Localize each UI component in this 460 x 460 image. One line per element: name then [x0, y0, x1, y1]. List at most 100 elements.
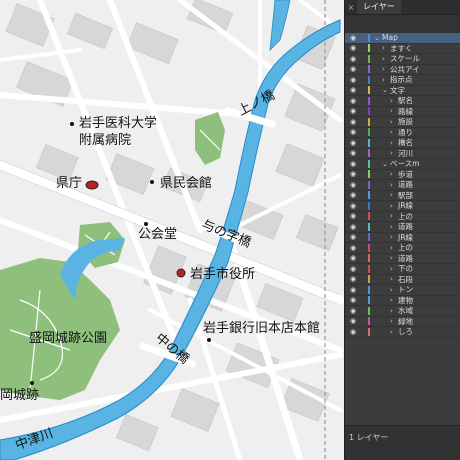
chevron-right-icon[interactable]: › — [390, 97, 398, 105]
layer-color-swatch — [368, 317, 370, 326]
eye-icon[interactable]: ◉ — [348, 149, 358, 157]
chevron-right-icon[interactable]: › — [390, 254, 398, 262]
label-kokaido: 公会堂 — [138, 227, 178, 242]
eye-icon[interactable]: ◉ — [348, 223, 358, 231]
layer-name: 緑地 — [398, 316, 413, 326]
chevron-right-icon[interactable]: › — [390, 128, 398, 136]
chevron-down-icon[interactable]: ⌄ — [382, 160, 390, 168]
layer-name: 道路 — [398, 222, 413, 232]
eye-icon[interactable]: ◉ — [348, 328, 358, 336]
layer-name: 文字 — [390, 85, 405, 95]
layer-name: ベースm — [390, 159, 420, 169]
label-iwate-medical: 岩手医科大学 — [79, 116, 158, 131]
eye-icon[interactable]: ◉ — [348, 244, 358, 252]
chevron-right-icon[interactable]: › — [390, 307, 398, 315]
eye-icon[interactable]: ◉ — [348, 275, 358, 283]
eye-icon[interactable]: ◉ — [348, 34, 358, 42]
eye-icon[interactable]: ◉ — [348, 160, 358, 168]
chevron-right-icon[interactable]: › — [382, 76, 390, 84]
eye-icon[interactable]: ◉ — [348, 118, 358, 126]
chevron-right-icon[interactable]: › — [390, 202, 398, 210]
layer-name: 下の — [398, 264, 413, 274]
layer-name: スケール — [390, 54, 420, 64]
chevron-right-icon[interactable]: › — [390, 233, 398, 241]
label-iwate-hospital: 附属病院 — [79, 133, 132, 148]
close-icon[interactable]: × — [345, 3, 357, 12]
chevron-right-icon[interactable]: › — [390, 149, 398, 157]
hospital-dot — [70, 122, 74, 126]
layer-count: 1 レイヤー — [349, 433, 389, 442]
eye-icon[interactable]: ◉ — [348, 65, 358, 73]
eye-icon[interactable]: ◉ — [348, 202, 358, 210]
layer-name: 歩道 — [398, 169, 413, 179]
layer-color-swatch — [368, 170, 370, 179]
chevron-right-icon[interactable]: › — [390, 118, 398, 126]
chevron-right-icon[interactable]: › — [390, 265, 398, 273]
chevron-right-icon[interactable]: › — [382, 55, 390, 63]
chevron-right-icon[interactable]: › — [390, 317, 398, 325]
layer-color-swatch — [368, 86, 370, 95]
eye-icon[interactable]: ◉ — [348, 97, 358, 105]
eye-icon[interactable]: ◉ — [348, 44, 358, 52]
eye-icon[interactable]: ◉ — [348, 191, 358, 199]
shiyakusho-marker — [176, 268, 186, 278]
eye-icon[interactable]: ◉ — [348, 233, 358, 241]
eye-icon[interactable]: ◉ — [348, 286, 358, 294]
label-shiyakusho: 岩手市役所 — [190, 267, 256, 282]
chevron-right-icon[interactable]: › — [390, 275, 398, 283]
layer-row[interactable]: ◉ › しろ — [345, 327, 460, 338]
eye-icon[interactable]: ◉ — [348, 107, 358, 115]
chevron-right-icon[interactable]: › — [390, 170, 398, 178]
layer-name: 上の — [398, 211, 413, 221]
layer-color-swatch — [368, 327, 370, 336]
eye-icon[interactable]: ◉ — [348, 139, 358, 147]
eye-icon[interactable]: ◉ — [348, 212, 358, 220]
layer-name: 道路 — [398, 253, 413, 263]
layer-name: ますく — [390, 43, 413, 53]
layers-list: ◉ ⌄ Map ◉ › ますく ◉ › スケール ◉ › 公共アイ ◉ › 指示点 ◉ ⌄ 文字 ◉ › 駅名 ◉ › 路線 ◉… — [345, 33, 460, 338]
layer-color-swatch — [368, 128, 370, 137]
layer-color-swatch — [368, 65, 370, 74]
chevron-right-icon[interactable]: › — [390, 212, 398, 220]
eye-icon[interactable]: ◉ — [348, 86, 358, 94]
layer-color-swatch — [368, 138, 370, 147]
chevron-right-icon[interactable]: › — [390, 181, 398, 189]
layer-color-swatch — [368, 306, 370, 315]
eye-icon[interactable]: ◉ — [348, 181, 358, 189]
layers-panel: × レイヤー ◉ ⌄ Map ◉ › ますく ◉ › スケール ◉ › 公共アイ ◉ › 指示点 ◉ ⌄ 文字 ◉ ›… — [344, 0, 460, 460]
eye-icon[interactable]: ◉ — [348, 265, 358, 273]
tab-layers[interactable]: レイヤー — [357, 0, 401, 14]
chevron-right-icon[interactable]: › — [390, 223, 398, 231]
chevron-right-icon[interactable]: › — [390, 191, 398, 199]
chevron-right-icon[interactable]: › — [390, 328, 398, 336]
layer-color-swatch — [368, 180, 370, 189]
eye-icon[interactable]: ◉ — [348, 296, 358, 304]
eye-icon[interactable]: ◉ — [348, 55, 358, 63]
eye-icon[interactable]: ◉ — [348, 254, 358, 262]
layer-color-swatch — [368, 117, 370, 126]
chevron-right-icon[interactable]: › — [382, 44, 390, 52]
eye-icon[interactable]: ◉ — [348, 76, 358, 84]
layer-name: 施設 — [398, 117, 413, 127]
layer-name: 水域 — [398, 306, 413, 316]
chevron-right-icon[interactable]: › — [390, 296, 398, 304]
eye-icon[interactable]: ◉ — [348, 170, 358, 178]
chevron-down-icon[interactable]: ⌄ — [374, 34, 382, 42]
chevron-right-icon[interactable]: › — [390, 244, 398, 252]
layer-color-swatch — [368, 212, 370, 221]
chevron-right-icon[interactable]: › — [390, 139, 398, 147]
eye-icon[interactable]: ◉ — [348, 128, 358, 136]
eye-icon[interactable]: ◉ — [348, 317, 358, 325]
layer-name: しろ — [398, 327, 413, 337]
chevron-down-icon[interactable]: ⌄ — [382, 86, 390, 94]
label-iwate-bank: 岩手銀行旧本店本館 — [203, 321, 321, 336]
layer-color-swatch — [368, 243, 370, 252]
chevron-right-icon[interactable]: › — [390, 107, 398, 115]
label-morioka-castle: 岡城跡 — [0, 388, 40, 403]
chevron-right-icon[interactable]: › — [382, 65, 390, 73]
layer-color-swatch — [368, 201, 370, 210]
bank-dot — [207, 338, 211, 342]
kokaido-dot — [144, 222, 148, 226]
chevron-right-icon[interactable]: › — [390, 286, 398, 294]
eye-icon[interactable]: ◉ — [348, 307, 358, 315]
